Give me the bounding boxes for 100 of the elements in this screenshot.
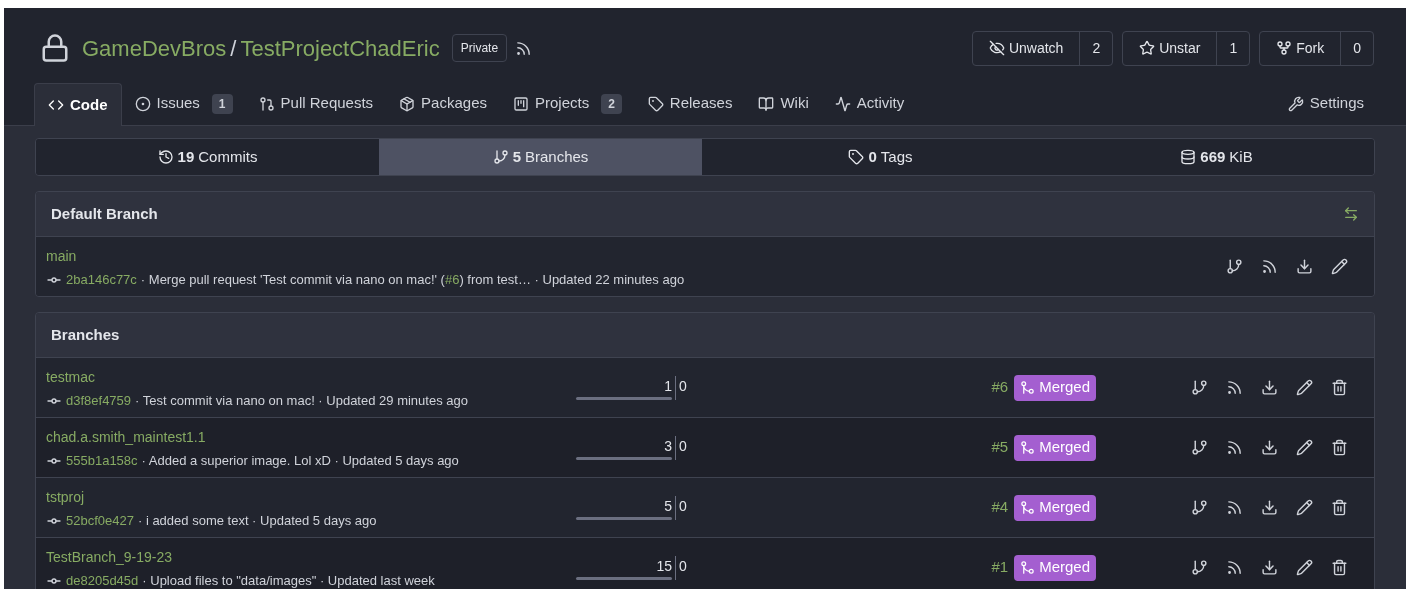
repo-tab[interactable]: Activity — [821, 82, 918, 125]
download-button[interactable] — [1261, 559, 1278, 576]
rss-button[interactable] — [1226, 379, 1243, 396]
history-icon — [157, 149, 174, 165]
tag-icon — [848, 149, 865, 165]
pull-request-icon — [258, 95, 275, 112]
repo-tab[interactable]: Wiki — [745, 82, 822, 125]
stat-tab[interactable]: 0 Tags — [702, 139, 1059, 175]
commit-sha-link[interactable]: 52bcf0e427 — [66, 510, 134, 531]
branch-button[interactable] — [1191, 379, 1208, 396]
rss-button[interactable] — [1261, 258, 1278, 275]
merged-label: Merged — [1014, 374, 1096, 401]
commit-sha-link[interactable]: de8205d45d — [66, 570, 139, 589]
lock-icon — [40, 33, 70, 63]
pencil-icon — [1296, 559, 1313, 576]
pull-request-link[interactable]: #6 — [444, 271, 460, 287]
pencil-icon — [1296, 439, 1313, 456]
pencil-icon — [1296, 379, 1313, 396]
trash-button[interactable] — [1331, 379, 1348, 396]
branch-button[interactable] — [1191, 439, 1208, 456]
rss-icon — [1226, 559, 1243, 576]
pull-request-link[interactable]: #6 — [991, 376, 1009, 399]
rss-button[interactable] — [1226, 439, 1243, 456]
settings-tab[interactable]: Settings — [1287, 82, 1364, 125]
pencil-button[interactable] — [1296, 439, 1313, 456]
stat-tab[interactable]: 669 KiB — [1059, 139, 1374, 175]
database-icon — [1180, 149, 1197, 165]
repo-name-link[interactable]: TestProjectChadEric — [240, 31, 440, 65]
book-icon — [758, 95, 775, 112]
path-separator: / — [230, 34, 237, 63]
repo-tab[interactable]: Projects 2 — [500, 82, 635, 125]
branch-name-link[interactable]: chad.a.smith_maintest1.1 — [46, 428, 206, 445]
download-button[interactable] — [1261, 499, 1278, 516]
commit-sha-link[interactable]: d3f8ef4759 — [66, 390, 132, 411]
repo-tab[interactable]: Releases — [634, 82, 746, 125]
rss-icon — [1261, 258, 1278, 275]
download-icon — [1261, 379, 1278, 396]
branch-button[interactable] — [1226, 258, 1243, 275]
trash-icon — [1331, 499, 1348, 516]
eye-off-icon — [988, 40, 1005, 56]
trash-icon — [1331, 559, 1348, 576]
watch-count[interactable]: 2 — [1079, 31, 1113, 65]
pull-request-link[interactable]: #4 — [991, 496, 1009, 519]
star-button[interactable]: Unstar — [1123, 31, 1217, 65]
branch-button[interactable] — [1191, 499, 1208, 516]
commit-sha-link[interactable]: 2ba146c77c — [66, 269, 137, 290]
commit-sha-link[interactable]: 555b1a158c — [66, 450, 138, 471]
tag-icon — [647, 95, 664, 112]
branch-name-link[interactable]: tstproj — [46, 488, 85, 505]
merge-icon — [1020, 440, 1036, 455]
pencil-button[interactable] — [1331, 258, 1348, 275]
behind-count: 3 — [664, 436, 672, 456]
commit-message: · Upload files to "data/images" · Updated last week — [142, 571, 435, 589]
pencil-button[interactable] — [1296, 559, 1313, 576]
repo-tab[interactable]: Issues 1 — [121, 82, 246, 125]
pencil-icon — [1331, 258, 1348, 275]
trash-button[interactable] — [1331, 499, 1348, 516]
download-button[interactable] — [1296, 258, 1313, 275]
download-button[interactable] — [1261, 439, 1278, 456]
behind-count: 5 — [664, 496, 672, 516]
download-icon — [1296, 258, 1313, 275]
repo-tab[interactable]: Packages — [386, 82, 500, 125]
branch-icon — [1191, 559, 1208, 576]
branch-name-link[interactable]: main — [46, 247, 77, 264]
code-icon — [48, 97, 64, 113]
repo-tab[interactable]: Pull Requests — [245, 82, 387, 125]
branch-icon — [1191, 499, 1208, 516]
pull-request-link[interactable]: #1 — [991, 556, 1009, 579]
stat-tab[interactable]: 19 Commits — [36, 139, 379, 175]
ahead-count: 0 — [679, 376, 687, 396]
star-icon — [1139, 40, 1156, 56]
rss-icon — [515, 39, 533, 57]
download-button[interactable] — [1261, 379, 1278, 396]
panel-title: Default Branch — [51, 203, 158, 224]
fork-icon — [1276, 40, 1293, 56]
commit-message: · Test commit via nano on mac! · Updated 29 minutes ago — [135, 391, 468, 410]
branch-icon — [1226, 258, 1243, 275]
pull-request-link[interactable]: #5 — [991, 436, 1009, 459]
star-count[interactable]: 1 — [1216, 31, 1250, 65]
trash-button[interactable] — [1331, 559, 1348, 576]
watch-button[interactable]: Unwatch — [972, 31, 1080, 65]
branch-name-link[interactable]: TestBranch_9-19-23 — [46, 548, 173, 565]
rss-button[interactable] — [1226, 559, 1243, 576]
count-badge: 1 — [211, 93, 233, 114]
repo-tab[interactable]: Code — [34, 83, 122, 126]
pencil-button[interactable] — [1296, 379, 1313, 396]
merge-icon — [1020, 560, 1036, 575]
behind-count: 15 — [656, 556, 672, 576]
stat-tab[interactable]: 5 Branches — [379, 139, 702, 175]
rss-icon — [1226, 499, 1243, 516]
ahead-count: 0 — [679, 496, 687, 516]
fork-count[interactable]: 0 — [1340, 31, 1373, 65]
rss-button[interactable] — [1226, 499, 1243, 516]
fork-button[interactable]: Fork — [1260, 31, 1341, 65]
trash-button[interactable] — [1331, 439, 1348, 456]
merge-icon — [1020, 380, 1036, 395]
pencil-button[interactable] — [1296, 499, 1313, 516]
branch-button[interactable] — [1191, 559, 1208, 576]
owner-link[interactable]: GameDevBros — [82, 31, 227, 65]
branch-name-link[interactable]: testmac — [46, 368, 95, 385]
